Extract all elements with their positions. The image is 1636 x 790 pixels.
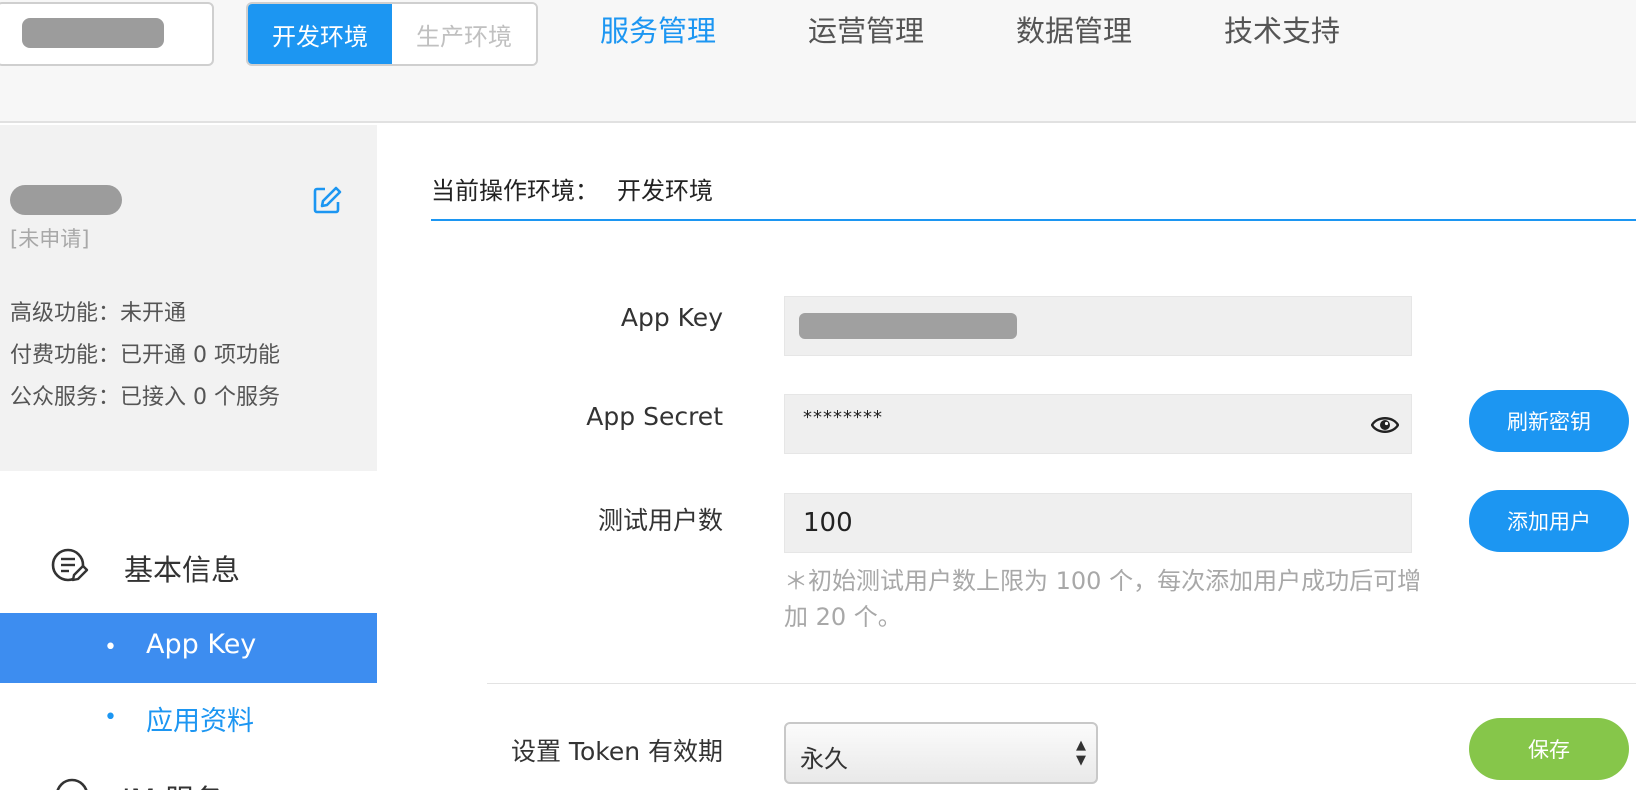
edit-icon[interactable] (312, 185, 342, 215)
token-expiry-label: 设置 Token 有效期 (510, 737, 723, 766)
menu-item-label: 应用资料 (146, 706, 254, 737)
nav-data-management[interactable]: 数据管理 (1016, 0, 1132, 64)
sidebar-menu: 基本信息 • App Key • 应用资料 IM 服务 (0, 471, 377, 790)
feature-paid: 付费功能：已开通 0 项功能 (10, 343, 280, 368)
app-profile-panel: [未申请] 高级功能：未开通 付费功能：已开通 0 项功能 公众服务：已接入 0… (0, 125, 377, 471)
app-key-redacted (799, 313, 1017, 339)
document-edit-icon (51, 548, 89, 582)
nav-operations-management[interactable]: 运营管理 (808, 0, 924, 64)
feature-public-service: 公众服务：已接入 0 个服务 (10, 385, 280, 410)
section-divider (431, 219, 1636, 221)
test-users-field[interactable]: 100 (784, 493, 1412, 553)
menu-group-label: 基本信息 (124, 553, 241, 587)
app-name-redacted (22, 18, 164, 48)
current-environment-label: 当前操作环境： (431, 177, 599, 205)
nav-service-management[interactable]: 服务管理 (600, 0, 716, 64)
token-expiry-value: 永久 (800, 745, 848, 773)
env-prod-button[interactable]: 生产环境 (392, 4, 536, 64)
token-expiry-select[interactable]: 永久 ▲ ▼ (784, 722, 1098, 784)
test-users-hint: ＊初始测试用户数上限为 100 个，每次添加用户成功后可增加 20 个。 (784, 567, 1422, 631)
app-selector[interactable] (0, 2, 214, 66)
current-environment: 当前操作环境： 开发环境 (431, 171, 713, 206)
save-button[interactable]: 保存 (1469, 718, 1629, 780)
select-arrows-icon: ▲ ▼ (1076, 738, 1086, 768)
main-content: 当前操作环境： 开发环境 App Key App Secret ******** … (377, 125, 1636, 790)
env-dev-button[interactable]: 开发环境 (248, 4, 392, 64)
current-environment-value: 开发环境 (617, 177, 713, 205)
bullet-icon: • (104, 705, 117, 730)
application-status: [未申请] (10, 227, 90, 251)
menu-group-basic-info[interactable]: 基本信息 (0, 533, 377, 597)
app-secret-label: App Secret (586, 402, 723, 431)
menu-item-app-key[interactable]: • App Key (0, 613, 377, 683)
app-key-field[interactable] (784, 296, 1412, 356)
app-secret-field[interactable]: ******** (784, 394, 1412, 454)
sidebar: [未申请] 高级功能：未开通 付费功能：已开通 0 项功能 公众服务：已接入 0… (0, 125, 377, 790)
chat-bubble-icon (56, 778, 88, 790)
refresh-secret-button[interactable]: 刷新密钥 (1469, 390, 1629, 452)
environment-toggle: 开发环境 生产环境 (246, 2, 538, 66)
app-key-label: App Key (620, 303, 723, 332)
menu-group-label: IM 服务 (122, 777, 223, 790)
feature-advanced: 高级功能：未开通 (10, 301, 187, 326)
test-users-label: 测试用户数 (597, 506, 723, 535)
section-divider (487, 683, 1636, 684)
test-users-value: 100 (803, 508, 853, 538)
menu-item-app-profile[interactable]: • 应用资料 (0, 683, 377, 753)
app-secret-value: ******** (803, 407, 883, 428)
top-bar: 开发环境 生产环境 服务管理 运营管理 数据管理 技术支持 (0, 0, 1636, 123)
app-name-redacted (10, 185, 122, 215)
eye-icon[interactable] (1371, 414, 1399, 436)
bullet-icon: • (104, 635, 117, 660)
add-user-button[interactable]: 添加用户 (1469, 490, 1629, 552)
menu-group-im-service[interactable]: IM 服务 (0, 775, 377, 790)
menu-item-label: App Key (146, 629, 257, 660)
main-nav: 服务管理 运营管理 数据管理 技术支持 (600, 0, 1432, 64)
nav-tech-support[interactable]: 技术支持 (1224, 0, 1340, 64)
